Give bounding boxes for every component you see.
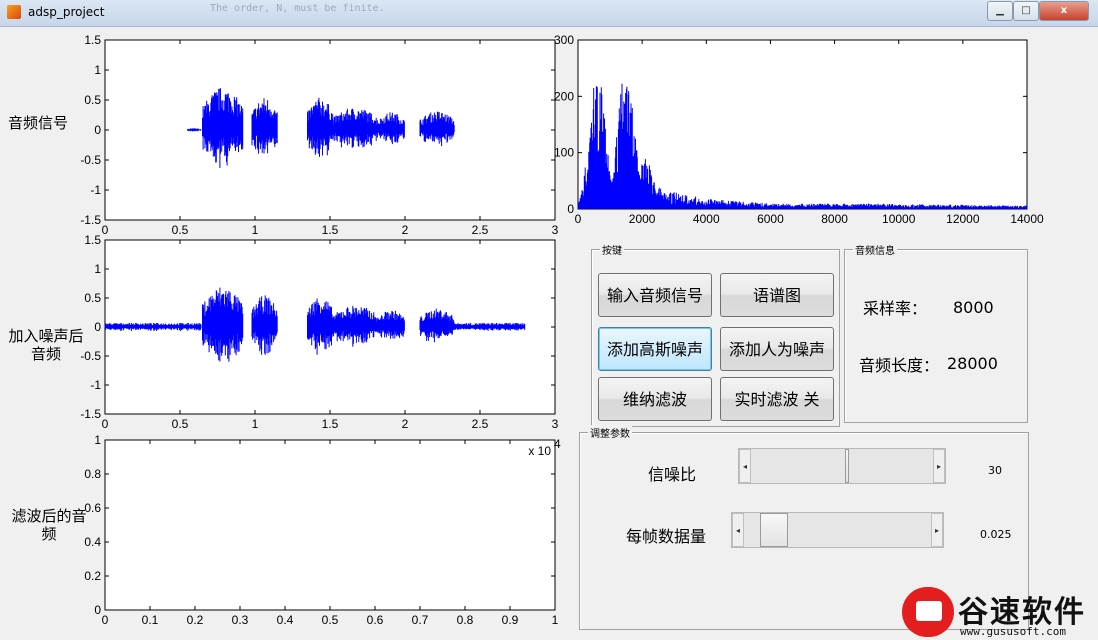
noisy-xtick-label: 2.5 <box>472 417 489 431</box>
watermark: 谷速软件 www.gususoft.com <box>900 585 1098 640</box>
snr-value: 30 <box>988 464 1002 477</box>
filtered-ytick-label: 0.4 <box>84 535 101 549</box>
noisy-ytick-label: -0.5 <box>80 349 101 363</box>
filtered-ytick-label: 1 <box>94 433 101 447</box>
noisy-xtick-label: 1.5 <box>322 417 339 431</box>
sample-rate-label: 采样率： <box>863 299 928 318</box>
sample-rate-value: 8000 <box>953 298 994 317</box>
add-artificial-noise-button[interactable]: 添加人为噪声 <box>720 327 834 371</box>
realtime-filter-toggle-button[interactable]: 实时滤波 关 <box>720 377 834 421</box>
snr-label: 信噪比 <box>648 465 697 484</box>
spectrum-xtick-label: 8000 <box>821 212 848 226</box>
spectrum-xtick-label: 10000 <box>882 212 916 226</box>
params-panel-title: 调整参数 <box>588 425 632 440</box>
filtered-xtick-label: 0.2 <box>187 613 204 627</box>
original-ytick-label: 0.5 <box>84 93 101 107</box>
spectrum-ytick-label: 200 <box>554 89 574 103</box>
original-xtick-label: 2.5 <box>472 223 489 237</box>
frame-size-label: 每帧数据量 <box>626 527 707 546</box>
spectrum-ytick-label: 100 <box>554 146 574 160</box>
original-ytick-label: 1 <box>94 63 101 77</box>
watermark-url: www.gususoft.com <box>960 625 1066 638</box>
frame-right-arrow-icon[interactable]: ▸ <box>931 513 943 547</box>
original-ytick-label: -0.5 <box>80 153 101 167</box>
noisy-xtick-label: 2 <box>402 417 409 431</box>
snr-slider-thumb[interactable] <box>844 449 849 483</box>
noisy-ytick-label: -1 <box>90 378 101 392</box>
spectrogram-button[interactable]: 语谱图 <box>720 273 834 317</box>
filtered-exponent-power: 4 <box>554 437 561 451</box>
original-ytick-label: -1.5 <box>80 213 101 227</box>
close-button[interactable]: x <box>1039 1 1089 21</box>
filtered-ytick-label: 0 <box>94 603 101 617</box>
add-gaussian-noise-button[interactable]: 添加高斯噪声 <box>598 327 712 371</box>
filtered-xtick-label: 0.1 <box>142 613 159 627</box>
filtered-axes-box <box>104 439 556 611</box>
spectrum-xtick-label: 2000 <box>629 212 656 226</box>
filtered-xtick-label: 0.4 <box>277 613 294 627</box>
window-title: adsp_project <box>28 5 105 19</box>
noisy-ytick-label: 0 <box>94 320 101 334</box>
spectrum-xtick-label: 14000 <box>1010 212 1044 226</box>
frame-size-slider[interactable]: ◂ ▸ <box>731 512 944 548</box>
original-ytick-label: -1 <box>90 183 101 197</box>
spectrum-ytick-label: 300 <box>554 33 574 47</box>
original-ytick-label: 1.5 <box>84 33 101 47</box>
noisy-ytick-label: 0.5 <box>84 291 101 305</box>
filtered-ytick-label: 0.6 <box>84 501 101 515</box>
spectrum-ytick-label: 0 <box>567 202 574 216</box>
filtered-ytick-label: 0.2 <box>84 569 101 583</box>
original-xtick-label: 3 <box>552 223 559 237</box>
noisy-xtick-label: 1 <box>252 417 259 431</box>
filtered-exponent-label: x 10 <box>528 444 551 458</box>
buttons-panel: 按键 输入音频信号 语谱图 添加高斯噪声 添加人为噪声 维纳滤波 实时滤波 关 <box>591 242 840 427</box>
filtered-xtick-label: 0.3 <box>232 613 249 627</box>
filtered-xtick-label: 0.7 <box>412 613 429 627</box>
original-xtick-label: 2 <box>402 223 409 237</box>
gusu-logo-icon <box>902 587 954 637</box>
original-ytick-label: 0 <box>94 123 101 137</box>
audio-length-label: 音频长度： <box>859 356 940 375</box>
audio-info-title: 音频信息 <box>853 242 897 257</box>
spectrum-xtick-label: 0 <box>575 212 582 226</box>
noisy-ytick-label: -1.5 <box>80 407 101 421</box>
frame-left-arrow-icon[interactable]: ◂ <box>732 513 744 547</box>
original-xtick-label: 0.5 <box>172 223 189 237</box>
filtered-xtick-label: 0.8 <box>457 613 474 627</box>
snr-right-arrow-icon[interactable]: ▸ <box>933 449 945 483</box>
noisy-ytick-label: 1 <box>94 262 101 276</box>
title-bar: adsp_project The order, N, must be finit… <box>0 0 1098 27</box>
snr-left-arrow-icon[interactable]: ◂ <box>739 449 751 483</box>
original-xtick-label: 0 <box>102 223 109 237</box>
original-xtick-label: 1.5 <box>322 223 339 237</box>
filtered-xtick-label: 0 <box>102 613 109 627</box>
original-xtick-label: 1 <box>252 223 259 237</box>
filtered-xtick-label: 0.6 <box>367 613 384 627</box>
snr-slider[interactable]: ◂ ▸ <box>738 448 946 484</box>
frame-size-value: 0.025 <box>980 528 1012 541</box>
noisy-xtick-label: 0 <box>102 417 109 431</box>
filtered-xtick-label: 0.5 <box>322 613 339 627</box>
filtered-ytick-label: 0.8 <box>84 467 101 481</box>
buttons-panel-title: 按键 <box>600 242 624 257</box>
minimize-button[interactable]: ▁ <box>987 1 1013 21</box>
wiener-filter-button[interactable]: 维纳滤波 <box>598 377 712 421</box>
filtered-xtick-label: 0.9 <box>502 613 519 627</box>
matlab-app-icon <box>7 5 21 19</box>
spectrum-xtick-label: 6000 <box>757 212 784 226</box>
background-window-text: The order, N, must be finite. <box>210 3 385 14</box>
noisy-xtick-label: 3 <box>552 417 559 431</box>
spectrum-xtick-label: 12000 <box>946 212 980 226</box>
audio-info-panel: 音频信息 采样率： 8000 音频长度： 28000 <box>844 242 1028 423</box>
audio-length-value: 28000 <box>947 354 998 373</box>
spectrum-xtick-label: 4000 <box>693 212 720 226</box>
noisy-xtick-label: 0.5 <box>172 417 189 431</box>
frame-slider-thumb[interactable] <box>760 513 789 547</box>
filtered-xtick-label: 1 <box>552 613 559 627</box>
figure-window: 音频信号 加入噪声后 音频 滤波后的音 频 0 0.5 1 1.5 2 2.5 3 1.5 1 0… <box>0 27 1098 640</box>
input-audio-button[interactable]: 输入音频信号 <box>598 273 712 317</box>
noisy-ytick-label: 1.5 <box>84 233 101 247</box>
maximize-button[interactable]: □ <box>1013 1 1039 21</box>
